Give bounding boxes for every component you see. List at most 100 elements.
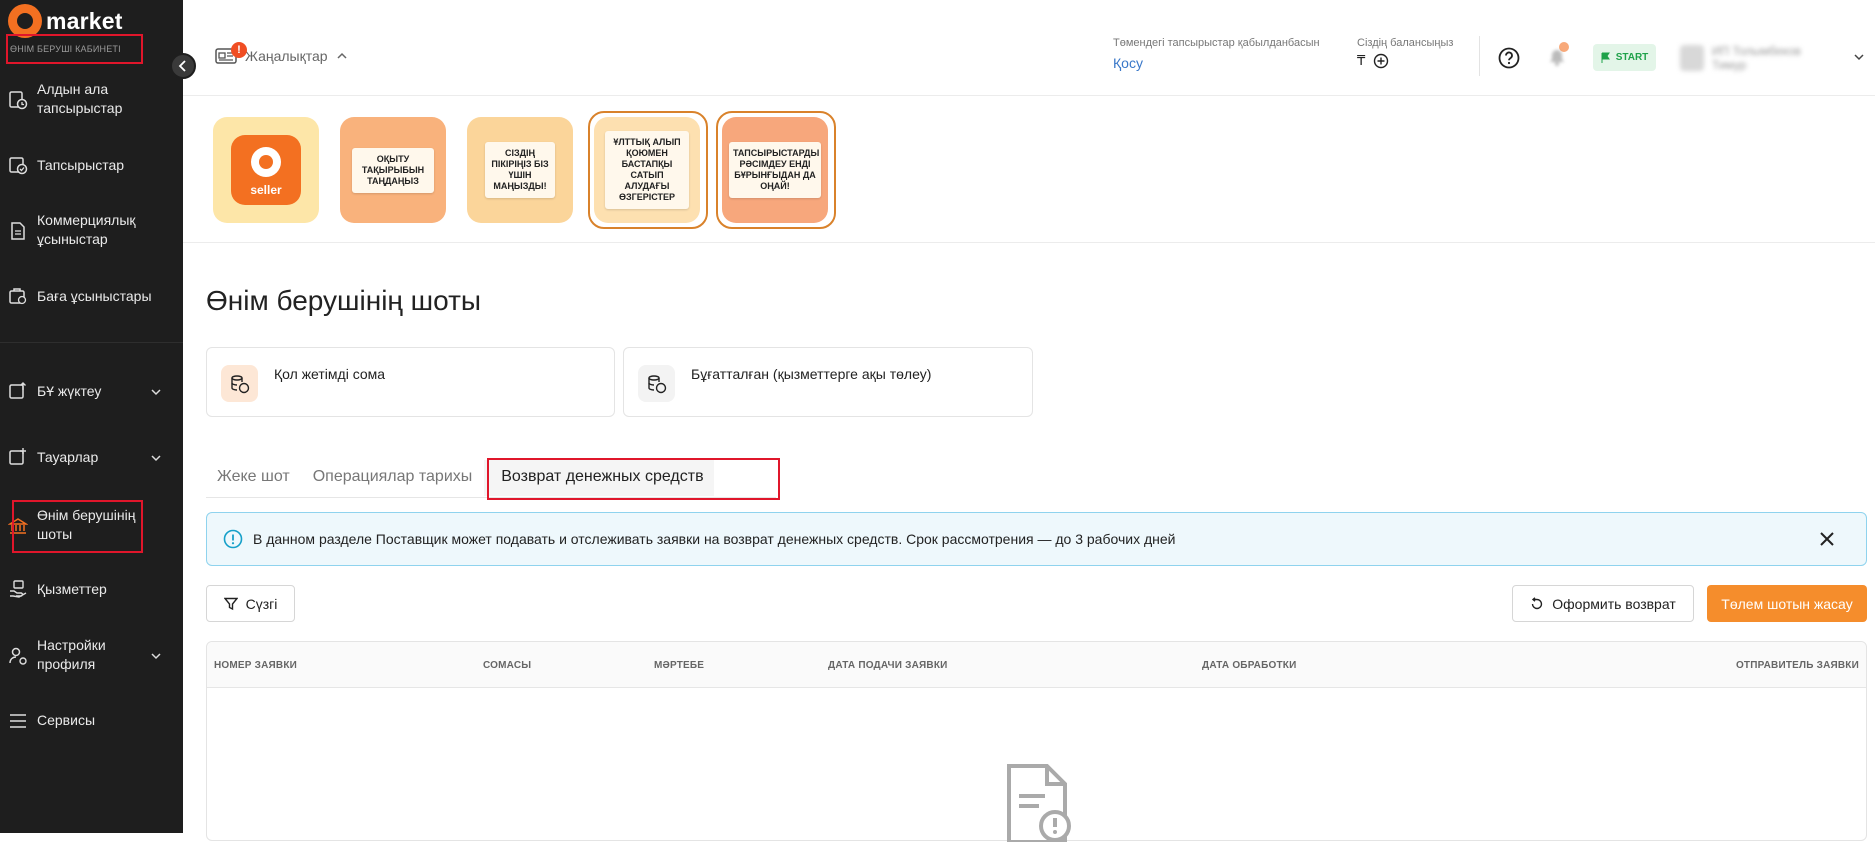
balance-value: ₸	[1357, 53, 1389, 69]
news-label: Жаңалықтар	[245, 48, 328, 64]
start-button[interactable]: START	[1593, 44, 1656, 71]
add-circle-icon[interactable]	[1373, 53, 1389, 69]
page-title: Өнім берушінің шоты	[206, 285, 482, 316]
price-icon	[9, 288, 27, 305]
preorder-icon	[9, 91, 28, 110]
story-label: СІЗДІҢ ПІКІРІҢІЗ БІЗ ҮШІН МАҢЫЗДЫ!	[485, 142, 555, 198]
story-easy-orders[interactable]: ТАПСЫРЫСТАРДЫ РӘСІМДЕУ ЕНДІ БҰРЫНҒЫДАН Д…	[722, 117, 828, 223]
chevron-left-icon	[178, 60, 186, 72]
help-icon[interactable]	[1498, 47, 1520, 69]
alert-message: В данном разделе Поставщик может подават…	[253, 531, 1176, 547]
sidebar-item-label: Тауарлар	[37, 449, 99, 465]
chevron-down-icon	[151, 653, 161, 660]
sidebar-item-label: Сервисы	[37, 712, 96, 728]
products-icon	[9, 448, 26, 465]
filter-label: Сүзгі	[245, 595, 278, 612]
services-icon	[10, 580, 27, 598]
sidebar-item-profile-settings[interactable]: Настройки профиля	[0, 636, 183, 676]
top-header: Жаңалықтар ! Төмендегі тапсырыстар қабыл…	[183, 0, 1875, 96]
story-label: seller	[250, 183, 282, 197]
sidebar-item-label: Настройки профиля	[37, 637, 106, 672]
stories-strip: seller ОҚЫТУ ТАҚЫРЫБЫН ТАҢДАҢЫЗ СІЗДІҢ П…	[183, 96, 1875, 243]
orders-icon	[9, 157, 28, 175]
balance-label: Сіздің балансыңыз	[1357, 37, 1454, 49]
refresh-icon	[1532, 596, 1543, 609]
market-logo[interactable]: market	[8, 4, 123, 38]
start-label: START	[1615, 52, 1649, 63]
filter-icon	[223, 597, 238, 610]
column-header[interactable]: ОТПРАВИТЕЛЬ ЗАЯВКИ	[1736, 660, 1859, 671]
sidebar: market ӨНІМ БЕРУШІ КАБИНЕТІ Алдын ала та…	[0, 0, 183, 833]
sidebar-item-label: Баға ұсыныстары	[37, 288, 152, 304]
sidebar-collapse-button[interactable]	[170, 53, 196, 79]
tab-operations-history[interactable]: Операциялар тарихы	[302, 460, 485, 496]
empty-document-icon	[1007, 764, 1071, 842]
sidebar-item-products[interactable]: Тауарлар	[0, 447, 183, 469]
table-header: НОМЕР ЗАЯВКИ СОМАСЫ МӘРТЕБЕ ДАТА ПОДАЧИ …	[207, 642, 1866, 688]
cabinet-label: ӨНІМ БЕРУШІ КАБИНЕТІ	[6, 34, 143, 64]
sidebar-item-services-menu[interactable]: Сервисы	[0, 710, 183, 732]
info-icon	[223, 529, 243, 549]
tab-personal-account[interactable]: Жеке шот	[206, 460, 302, 496]
available-amount-card: Қол жетімді сома	[206, 347, 615, 417]
currency-sign: ₸	[1357, 53, 1366, 68]
story-training[interactable]: ОҚЫТУ ТАҚЫРЫБЫН ТАҢДАҢЫЗ	[340, 117, 446, 223]
story-feedback[interactable]: СІЗДІҢ ПІКІРІҢІЗ БІЗ ҮШІН МАҢЫЗДЫ!	[467, 117, 573, 223]
story-national-changes[interactable]: ҰЛТТЫҚ АЛЫП ҚОЮМЕН БАСТАПҚЫ САТЫП АЛУДАҒ…	[594, 117, 700, 223]
notification-dot	[1559, 42, 1569, 52]
column-header[interactable]: НОМЕР ЗАЯВКИ	[214, 660, 297, 671]
header-divider	[1479, 36, 1480, 76]
coins-icon	[638, 365, 675, 402]
chevron-down-icon	[151, 455, 161, 462]
card-label: Бұғатталған (қызметтерге ақы төлеу)	[691, 366, 932, 382]
chevron-up-icon	[337, 52, 347, 59]
sidebar-item-upload[interactable]: БҰ жүктеу	[0, 381, 183, 403]
sidebar-item-services[interactable]: Қызметтер	[0, 579, 183, 601]
news-badge: !	[231, 42, 247, 58]
story-label: ОҚЫТУ ТАҚЫРЫБЫН ТАҢДАҢЫЗ	[352, 147, 434, 193]
sidebar-item-preorders[interactable]: Алдын ала тапсырыстар	[0, 80, 183, 120]
user-name: ИП Толымбеков Тимур	[1711, 44, 1801, 72]
brand-name: market	[46, 7, 123, 34]
sidebar-item-label: Алдын ала тапсырыстар	[37, 81, 123, 116]
profile-settings-icon	[9, 647, 27, 665]
orders-block-label: Төмендегі тапсырыстар қабылданбасын	[1113, 37, 1320, 49]
column-header[interactable]: ДАТА ОБРАБОТКИ	[1202, 660, 1296, 671]
refund-label: Оформить возврат	[1552, 595, 1676, 612]
orders-enable-link[interactable]: Қосу	[1113, 55, 1143, 71]
filter-button[interactable]: Сүзгі	[206, 585, 295, 622]
info-alert: В данном разделе Поставщик может подават…	[206, 512, 1867, 566]
seller-logo: seller	[231, 135, 301, 205]
card-label: Қол жетімді сома	[274, 366, 386, 382]
chevron-down-icon	[151, 389, 161, 396]
refunds-table: НОМЕР ЗАЯВКИ СОМАСЫ МӘРТЕБЕ ДАТА ПОДАЧИ …	[206, 641, 1867, 842]
sidebar-item-price-offers[interactable]: Баға ұсыныстары	[0, 286, 183, 308]
sidebar-item-commercial-offers[interactable]: Коммерциялық ұсыныстар	[0, 211, 183, 251]
sidebar-item-label: Тапсырыстар	[37, 157, 125, 173]
column-header[interactable]: ДАТА ПОДАЧИ ЗАЯВКИ	[828, 660, 948, 671]
user-profile[interactable]: ИП Толымбеков Тимур	[1680, 44, 1820, 72]
refund-button[interactable]: Оформить возврат	[1512, 585, 1694, 622]
close-icon[interactable]	[1817, 529, 1837, 549]
column-header[interactable]: СОМАСЫ	[483, 660, 531, 671]
column-header[interactable]: МӘРТЕБЕ	[654, 660, 704, 671]
highlight-box	[487, 458, 780, 500]
menu-icon	[10, 714, 26, 728]
logo-icon	[8, 4, 42, 38]
story-seller[interactable]: seller	[213, 117, 319, 223]
highlight-box	[12, 500, 143, 553]
sidebar-item-label: БҰ жүктеу	[37, 383, 102, 399]
sidebar-item-label: Коммерциялық ұсыныстар	[37, 212, 136, 247]
sidebar-item-orders[interactable]: Тапсырыстар	[0, 155, 183, 177]
document-icon	[11, 222, 25, 240]
story-label: ҰЛТТЫҚ АЛЫП ҚОЮМЕН БАСТАПҚЫ САТЫП АЛУДАҒ…	[605, 131, 689, 209]
story-label: ТАПСЫРЫСТАРДЫ РӘСІМДЕУ ЕНДІ БҰРЫНҒЫДАН Д…	[729, 142, 821, 198]
sidebar-item-label: Қызметтер	[37, 581, 107, 597]
sidebar-divider	[0, 342, 183, 343]
chevron-down-icon[interactable]	[1853, 52, 1865, 62]
blocked-amount-card: Бұғатталған (қызметтерге ақы төлеу)	[623, 347, 1033, 417]
coins-icon	[221, 365, 258, 402]
avatar	[1680, 45, 1704, 71]
flag-icon	[1601, 52, 1610, 63]
create-invoice-button[interactable]: Төлем шотын жасау	[1707, 585, 1867, 622]
